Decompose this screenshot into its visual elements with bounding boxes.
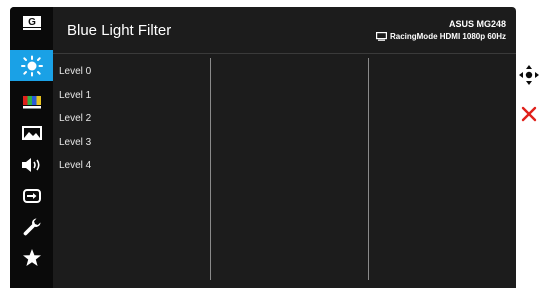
level-item[interactable]: Level 2 [59, 112, 91, 136]
wrench-icon [23, 218, 40, 235]
level-list: Level 0 Level 1 Level 2 Level 3 Level 4 [59, 65, 91, 183]
column-divider [210, 58, 211, 280]
model-name: ASUS MG248 [448, 19, 506, 29]
column-divider [368, 58, 369, 280]
page-title: Blue Light Filter [67, 22, 172, 39]
header: Blue Light Filter ASUS MG248 RacingMode … [53, 7, 516, 54]
sidebar-item-image[interactable] [10, 117, 53, 148]
speaker-icon [21, 157, 40, 172]
sidebar-item-shortcut[interactable] [10, 242, 53, 273]
monitor-icon [375, 32, 387, 41]
star-icon [22, 248, 41, 266]
svg-text:G: G [28, 17, 36, 28]
sidebar-item-sound[interactable] [10, 149, 53, 180]
osd-menu: G Blue Light Filter ASUS MG248 RacingMod… [10, 7, 516, 288]
level-item[interactable]: Level 4 [59, 159, 91, 183]
sidebar-item-input-select[interactable] [10, 180, 53, 211]
sun-icon [20, 55, 43, 76]
sidebar-item-system-setup[interactable] [10, 211, 53, 242]
level-item[interactable]: Level 3 [59, 136, 91, 160]
sidebar-item-blue-light-filter[interactable] [10, 50, 53, 81]
gameplus-icon: G [22, 15, 41, 30]
input-icon [22, 188, 41, 203]
move-icon [519, 65, 539, 85]
sidebar: G [10, 7, 53, 288]
sidebar-item-gameplus[interactable]: G [10, 7, 53, 38]
color-bars-icon [22, 95, 41, 108]
content-area: Level 0 Level 1 Level 2 Level 3 Level 4 [53, 54, 516, 288]
image-icon [21, 125, 42, 140]
level-item[interactable]: Level 0 [59, 65, 91, 89]
mode-text: RacingMode HDMI 1080p 60Hz [389, 32, 506, 41]
level-item[interactable]: Level 1 [59, 89, 91, 113]
mode-status: RacingMode HDMI 1080p 60Hz [375, 32, 506, 41]
sidebar-item-color[interactable] [10, 86, 53, 117]
exit-button[interactable] [516, 101, 542, 127]
close-icon [521, 106, 537, 122]
move-button[interactable] [516, 62, 542, 88]
